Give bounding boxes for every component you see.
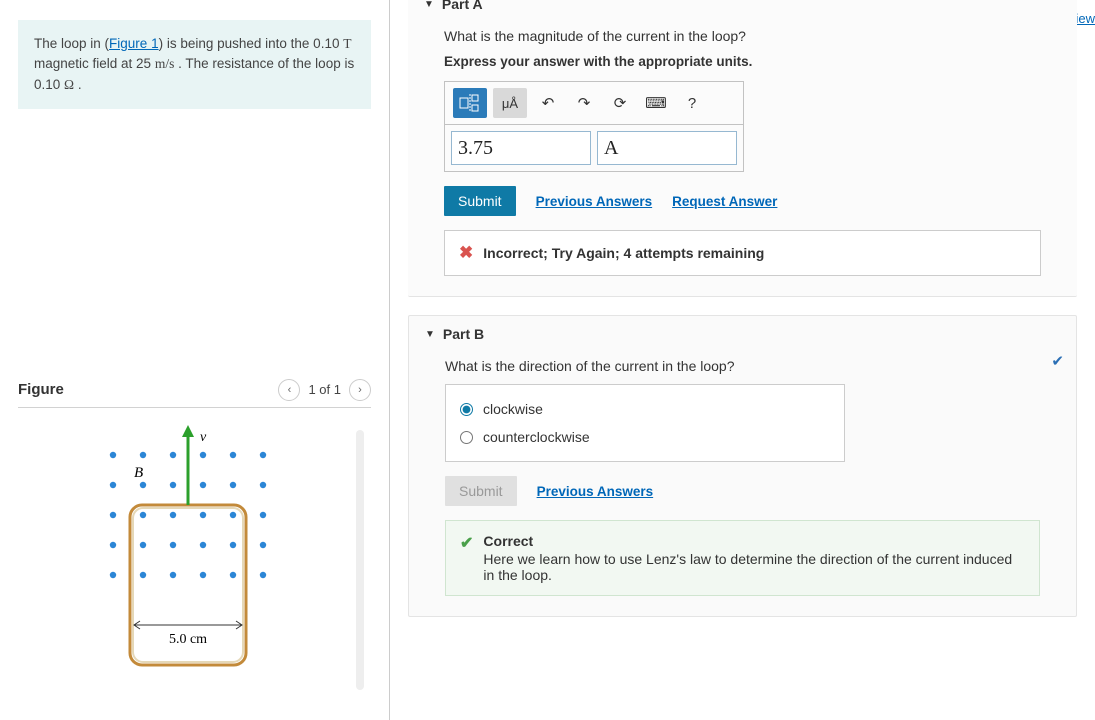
- incorrect-icon: ✖: [459, 243, 473, 263]
- radio-clockwise[interactable]: clockwise: [460, 395, 830, 423]
- radio-counterclockwise[interactable]: counterclockwise: [460, 423, 830, 451]
- value-row: [445, 125, 743, 171]
- answer-input-panel: μÅ ↶ ↷ ⟳ ⌨ ?: [444, 81, 744, 172]
- submit-button-disabled: Submit: [445, 476, 517, 506]
- reset-icon: ⟳: [614, 94, 627, 112]
- part-b: ▼ Part B ✔ What is the direction of the …: [408, 315, 1077, 617]
- keyboard-icon: ⌨: [645, 94, 667, 112]
- problem-text-1: ) is being pushed into the 0.10: [159, 36, 340, 51]
- problem-statement: The loop in (Figure 1) is being pushed i…: [18, 20, 371, 109]
- redo-button[interactable]: ↷: [569, 88, 599, 118]
- part-a-title: Part A: [442, 0, 483, 12]
- part-b-complete-icon: ✔: [1051, 352, 1064, 370]
- figure-width-label: 5.0 cm: [169, 632, 207, 647]
- part-b-actions: Submit Previous Answers: [445, 476, 1040, 506]
- part-a-feedback: ✖ Incorrect; Try Again; 4 attempts remai…: [444, 230, 1041, 276]
- answer-toolbar: μÅ ↶ ↷ ⟳ ⌨ ?: [445, 82, 743, 125]
- part-a-body: What is the magnitude of the current in …: [424, 20, 1061, 280]
- part-b-feedback-body: Correct Here we learn how to use Lenz's …: [483, 533, 1025, 583]
- radio-clockwise-label: clockwise: [483, 401, 543, 417]
- reset-button[interactable]: ⟳: [605, 88, 635, 118]
- part-b-header[interactable]: ▼ Part B: [425, 326, 1060, 350]
- previous-answers-link[interactable]: Previous Answers: [536, 194, 653, 209]
- radio-counterclockwise-input[interactable]: [460, 431, 473, 444]
- unit-tesla: T: [343, 36, 351, 51]
- figure-v-label: v: [200, 430, 207, 445]
- figure-section: Figure ‹ 1 of 1 ›: [18, 379, 371, 700]
- keyboard-button[interactable]: ⌨: [641, 88, 671, 118]
- part-a-question: What is the magnitude of the current in …: [444, 28, 1041, 44]
- caret-down-icon: ▼: [425, 329, 435, 340]
- help-button[interactable]: ?: [677, 88, 707, 118]
- figure-b-label: B: [134, 465, 143, 481]
- left-column: The loop in (Figure 1) is being pushed i…: [0, 0, 390, 720]
- figure-body: 5.0 cm B v: [18, 420, 358, 700]
- part-a-header[interactable]: ▼ Part A: [424, 0, 1061, 20]
- unit-input[interactable]: [597, 131, 737, 165]
- figure-svg: 5.0 cm B v: [78, 425, 298, 695]
- correct-icon: ✔: [460, 533, 473, 553]
- part-b-feedback: ✔ Correct Here we learn how to use Lenz'…: [445, 520, 1040, 596]
- figure-scrollbar[interactable]: [356, 430, 364, 690]
- figure-nav: ‹ 1 of 1 ›: [278, 379, 371, 401]
- figure-prev-button[interactable]: ‹: [278, 379, 300, 401]
- part-a-feedback-text: Incorrect; Try Again; 4 attempts remaini…: [483, 245, 764, 261]
- radio-counterclockwise-label: counterclockwise: [483, 429, 590, 445]
- part-b-question: What is the direction of the current in …: [445, 358, 1040, 374]
- figure-heading: Figure: [18, 381, 64, 398]
- help-icon: ?: [688, 95, 696, 112]
- previous-answers-link-b[interactable]: Previous Answers: [537, 484, 654, 499]
- problem-text-pre: The loop in (: [34, 36, 109, 51]
- figure-next-button[interactable]: ›: [349, 379, 371, 401]
- template-icon: [459, 94, 481, 112]
- template-button[interactable]: [453, 88, 487, 118]
- direction-radio-group: clockwise counterclockwise: [445, 384, 845, 462]
- app-root: The loop in (Figure 1) is being pushed i…: [0, 0, 1095, 720]
- right-column: ▮▮ Review ▼ Part A What is the magnitude…: [390, 0, 1095, 720]
- undo-icon: ↶: [542, 94, 555, 112]
- part-b-body: What is the direction of the current in …: [425, 350, 1060, 600]
- problem-text-2: magnetic field at 25: [34, 56, 151, 71]
- figure-link[interactable]: Figure 1: [109, 36, 159, 51]
- part-b-feedback-text: Here we learn how to use Lenz's law to d…: [483, 551, 1012, 583]
- undo-button[interactable]: ↶: [533, 88, 563, 118]
- part-a: ▼ Part A What is the magnitude of the cu…: [408, 0, 1077, 297]
- redo-icon: ↷: [578, 94, 591, 112]
- unit-ohm: Ω: [64, 77, 74, 92]
- caret-down-icon: ▼: [424, 0, 434, 10]
- value-input[interactable]: [451, 131, 591, 165]
- part-b-title: Part B: [443, 326, 484, 342]
- units-button[interactable]: μÅ: [493, 88, 527, 118]
- part-a-actions: Submit Previous Answers Request Answer: [444, 186, 1041, 216]
- figure-counter: 1 of 1: [308, 382, 341, 397]
- problem-text-4: .: [74, 77, 82, 92]
- unit-ms: m/s: [155, 56, 175, 71]
- figure-header: Figure ‹ 1 of 1 ›: [18, 379, 371, 408]
- part-b-feedback-title: Correct: [483, 533, 1025, 549]
- part-a-instruction: Express your answer with the appropriate…: [444, 54, 1041, 69]
- submit-button[interactable]: Submit: [444, 186, 516, 216]
- radio-clockwise-input[interactable]: [460, 403, 473, 416]
- request-answer-link[interactable]: Request Answer: [672, 194, 777, 209]
